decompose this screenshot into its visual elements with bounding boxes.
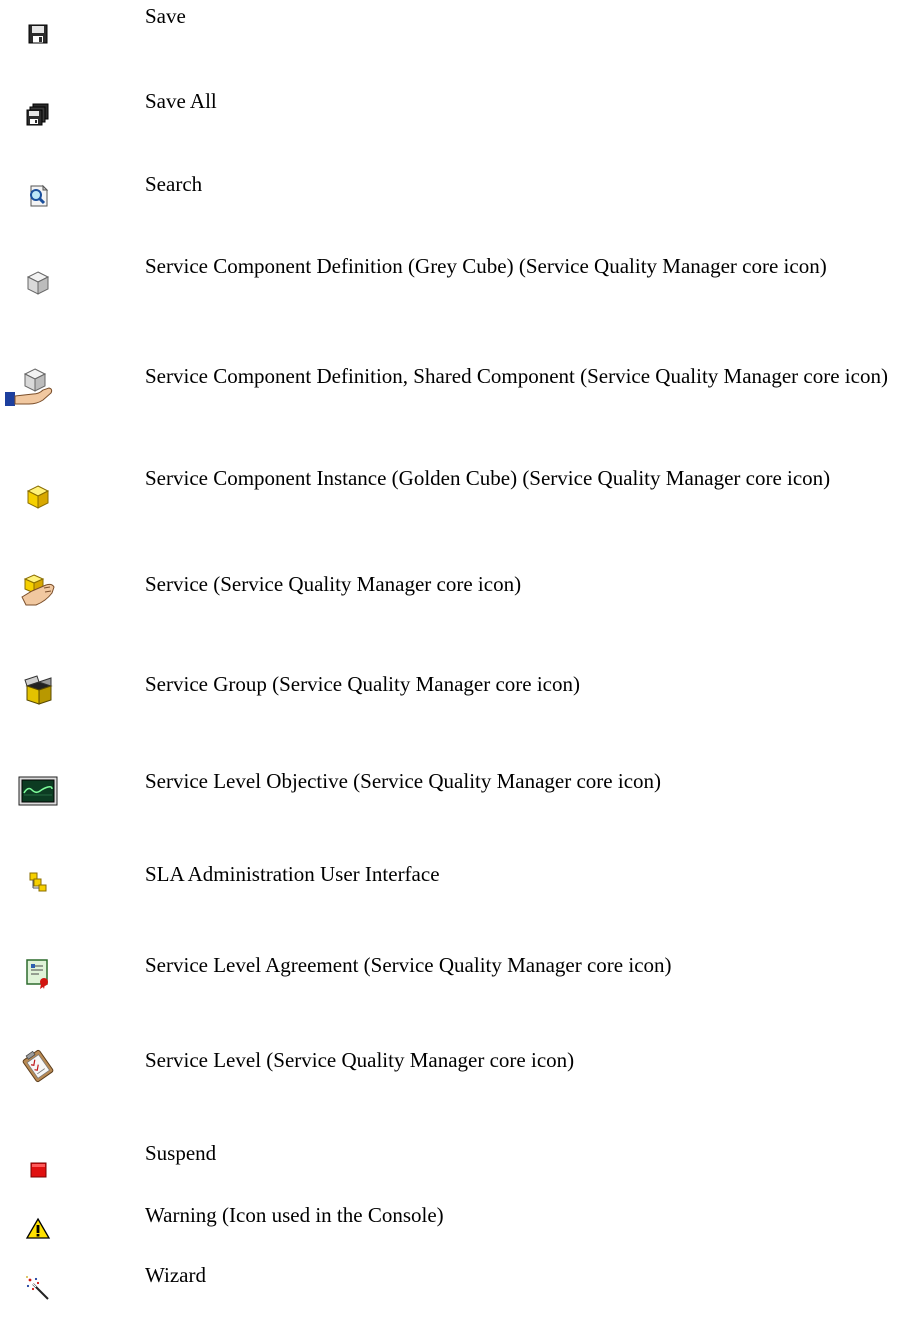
service-level-objective-icon	[8, 771, 68, 811]
icon-description: Service (Service Quality Manager core ic…	[145, 572, 522, 596]
suspend-icon	[8, 1149, 68, 1189]
service-level-agreement-icon	[8, 954, 68, 994]
save-icon	[8, 14, 68, 54]
icon-description: Service Component Instance (Golden Cube)…	[145, 466, 831, 490]
warning-icon	[8, 1209, 68, 1249]
icon-description: Save	[145, 4, 186, 28]
icon-description: Suspend	[145, 1141, 217, 1165]
search-icon	[8, 176, 68, 216]
icon-description: Service Level Objective (Service Quality…	[145, 769, 662, 793]
icon-description: Search	[145, 172, 203, 196]
icon-description: SLA Administration User Interface	[145, 862, 440, 886]
icon-description: Service Level (Service Quality Manager c…	[145, 1048, 575, 1072]
icon-description: Save All	[145, 89, 217, 113]
save-all-icon	[8, 95, 68, 135]
wizard-icon	[8, 1269, 68, 1309]
icon-description: Service Level Agreement (Service Quality…	[145, 953, 672, 977]
golden-cube-icon	[8, 477, 68, 517]
icon-description: Service Group (Service Quality Manager c…	[145, 672, 580, 696]
icon-description: Service Component Definition, Shared Com…	[145, 364, 888, 388]
service-group-icon	[8, 670, 68, 710]
service-level-icon	[8, 1046, 68, 1086]
shared-component-icon	[2, 368, 62, 408]
service-icon	[8, 570, 68, 610]
sla-admin-ui-icon	[8, 862, 68, 902]
icon-description: Warning (Icon used in the Console)	[145, 1203, 444, 1227]
grey-cube-icon	[8, 263, 68, 303]
icon-description: Service Component Definition (Grey Cube)…	[145, 254, 827, 278]
icon-description: Wizard	[145, 1263, 206, 1287]
